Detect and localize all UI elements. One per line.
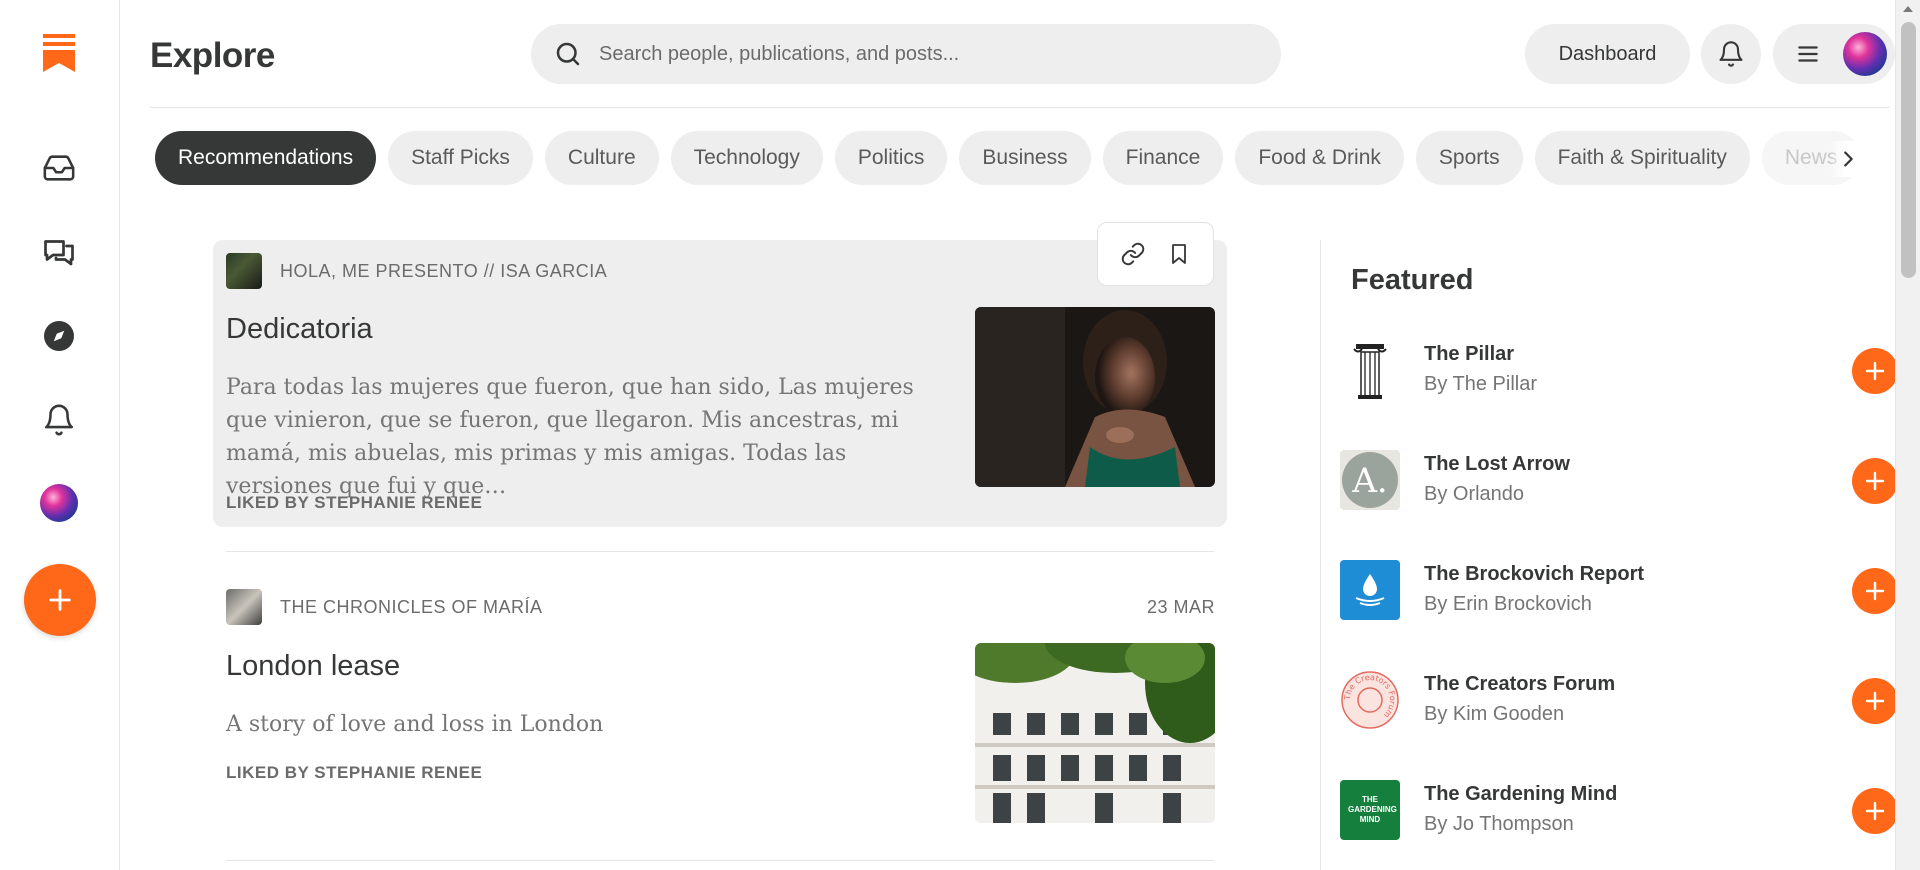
header-notifications-button[interactable] <box>1701 24 1761 84</box>
gardening-mind-logo-text: THE GARDENING MIND <box>1348 795 1397 824</box>
publication-author: By Orlando <box>1424 483 1525 505</box>
scroll-up-arrow-icon[interactable] <box>1903 6 1913 12</box>
featured-publication[interactable]: THE GARDENING MIND The Gardening Mind By… <box>1340 780 1900 850</box>
account-menu-button[interactable] <box>1773 24 1895 84</box>
account-avatar <box>1843 32 1887 76</box>
post-card[interactable]: HOLA, ME PRESENTO // ISA GARCIA Dedicato… <box>213 240 1227 527</box>
tab-technology[interactable]: Technology <box>670 131 823 185</box>
subscribe-button[interactable] <box>1852 678 1898 724</box>
plus-icon <box>1865 801 1885 821</box>
tab-recommendations[interactable]: Recommendations <box>155 131 377 185</box>
publication-name[interactable]: The Gardening Mind <box>1424 783 1617 806</box>
post-divider <box>226 551 1214 552</box>
featured-divider <box>1320 240 1321 870</box>
subscribe-button[interactable] <box>1852 458 1898 504</box>
the-pillar-logo <box>1340 340 1400 400</box>
the-lost-arrow-logo: A. <box>1340 450 1400 510</box>
publication-name[interactable]: THE CHRONICLES OF MARÍA <box>280 597 543 618</box>
featured-publication[interactable]: The Pillar By The Pillar <box>1340 340 1900 410</box>
the-gardening-mind-logo: THE GARDENING MIND <box>1340 780 1400 840</box>
page-scrollbar[interactable] <box>1895 0 1920 870</box>
publication-name[interactable]: The Brockovich Report <box>1424 563 1644 586</box>
subscribe-button[interactable] <box>1852 568 1898 614</box>
tab-sports[interactable]: Sports <box>1415 131 1523 185</box>
post-title[interactable]: London lease <box>226 650 400 683</box>
profile-avatar[interactable] <box>40 484 78 522</box>
publication-author: By Kim Gooden <box>1424 703 1565 725</box>
search-icon <box>556 42 580 66</box>
post-actions-toolbar <box>1097 222 1214 286</box>
bookmark-icon[interactable] <box>1167 242 1191 266</box>
the-creators-forum-logo: The Creators Forum <box>1340 670 1400 730</box>
search-input[interactable] <box>599 42 1239 66</box>
publication-name[interactable]: The Creators Forum <box>1424 673 1615 696</box>
plus-icon <box>1865 471 1885 491</box>
tab-culture[interactable]: Culture <box>544 131 659 185</box>
scrollbar-thumb[interactable] <box>1901 22 1916 278</box>
tab-food-drink[interactable]: Food & Drink <box>1235 131 1404 185</box>
page-title: Explore <box>150 36 275 75</box>
hamburger-menu-icon <box>1798 46 1818 62</box>
left-rail <box>0 0 120 870</box>
chevron-right-icon <box>1844 151 1853 167</box>
chat-icon[interactable] <box>34 227 84 277</box>
tab-politics[interactable]: Politics <box>834 131 948 185</box>
tab-business[interactable]: Business <box>959 131 1091 185</box>
post-cover-image[interactable] <box>975 307 1215 487</box>
post-cover-image[interactable] <box>975 643 1215 823</box>
post-card[interactable]: THE CHRONICLES OF MARÍA 23 MAR London le… <box>213 575 1227 835</box>
post-excerpt: Para todas las mujeres que fueron, que h… <box>226 375 914 499</box>
search-bar[interactable] <box>531 24 1281 84</box>
featured-heading: Featured <box>1351 264 1474 296</box>
post-title[interactable]: Dedicatoria <box>226 313 373 346</box>
plus-icon <box>1865 581 1885 601</box>
post-divider <box>226 860 1214 861</box>
liked-by-label: LIKED BY STEPHANIE RENEE <box>226 763 483 782</box>
publication-author: By Erin Brockovich <box>1424 593 1592 615</box>
post-date: 23 MAR <box>1146 597 1215 617</box>
publication-author: By Jo Thompson <box>1424 813 1574 835</box>
subscribe-button[interactable] <box>1852 348 1898 394</box>
featured-publication[interactable]: The Brockovich Report By Erin Brockovich <box>1340 560 1900 630</box>
post-excerpt: A story of love and loss in London <box>226 712 604 737</box>
publication-name[interactable]: HOLA, ME PRESENTO // ISA GARCIA <box>280 261 607 282</box>
publication-name[interactable]: The Pillar <box>1424 343 1514 366</box>
inbox-icon[interactable] <box>34 143 84 193</box>
plus-icon <box>1865 691 1885 711</box>
copy-link-icon[interactable] <box>1120 241 1146 267</box>
plus-icon <box>1865 361 1885 381</box>
water-drop-icon <box>1355 574 1385 606</box>
bell-icon <box>1719 41 1743 67</box>
publication-thumbnail[interactable] <box>226 589 262 625</box>
header-divider <box>150 107 1890 108</box>
liked-by-label: LIKED BY STEPHANIE RENEE <box>226 493 483 512</box>
tab-finance[interactable]: Finance <box>1102 131 1224 185</box>
publication-author: By The Pillar <box>1424 373 1538 395</box>
publication-thumbnail[interactable] <box>226 253 262 289</box>
subscribe-button[interactable] <box>1852 788 1898 834</box>
lost-arrow-logo-text: A. <box>1351 461 1387 501</box>
publication-name[interactable]: The Lost Arrow <box>1424 453 1570 476</box>
scroll-tabs-right-button[interactable] <box>1830 141 1866 177</box>
featured-publication[interactable]: The Creators Forum The Creators Forum By… <box>1340 670 1900 740</box>
compass-icon[interactable] <box>34 311 84 361</box>
dashboard-button[interactable]: Dashboard <box>1525 24 1690 84</box>
plus-icon <box>49 589 71 611</box>
featured-publication[interactable]: A. The Lost Arrow By Orlando <box>1340 450 1900 520</box>
category-tabs: Recommendations Staff Picks Culture Tech… <box>155 131 1867 187</box>
the-brockovich-report-logo <box>1340 560 1400 620</box>
notifications-bell-icon[interactable] <box>34 395 84 445</box>
tab-staff-picks[interactable]: Staff Picks <box>388 131 533 185</box>
substack-logo-icon[interactable] <box>43 34 75 72</box>
create-post-button[interactable] <box>24 564 96 636</box>
tab-faith-spirituality[interactable]: Faith & Spirituality <box>1534 131 1750 185</box>
